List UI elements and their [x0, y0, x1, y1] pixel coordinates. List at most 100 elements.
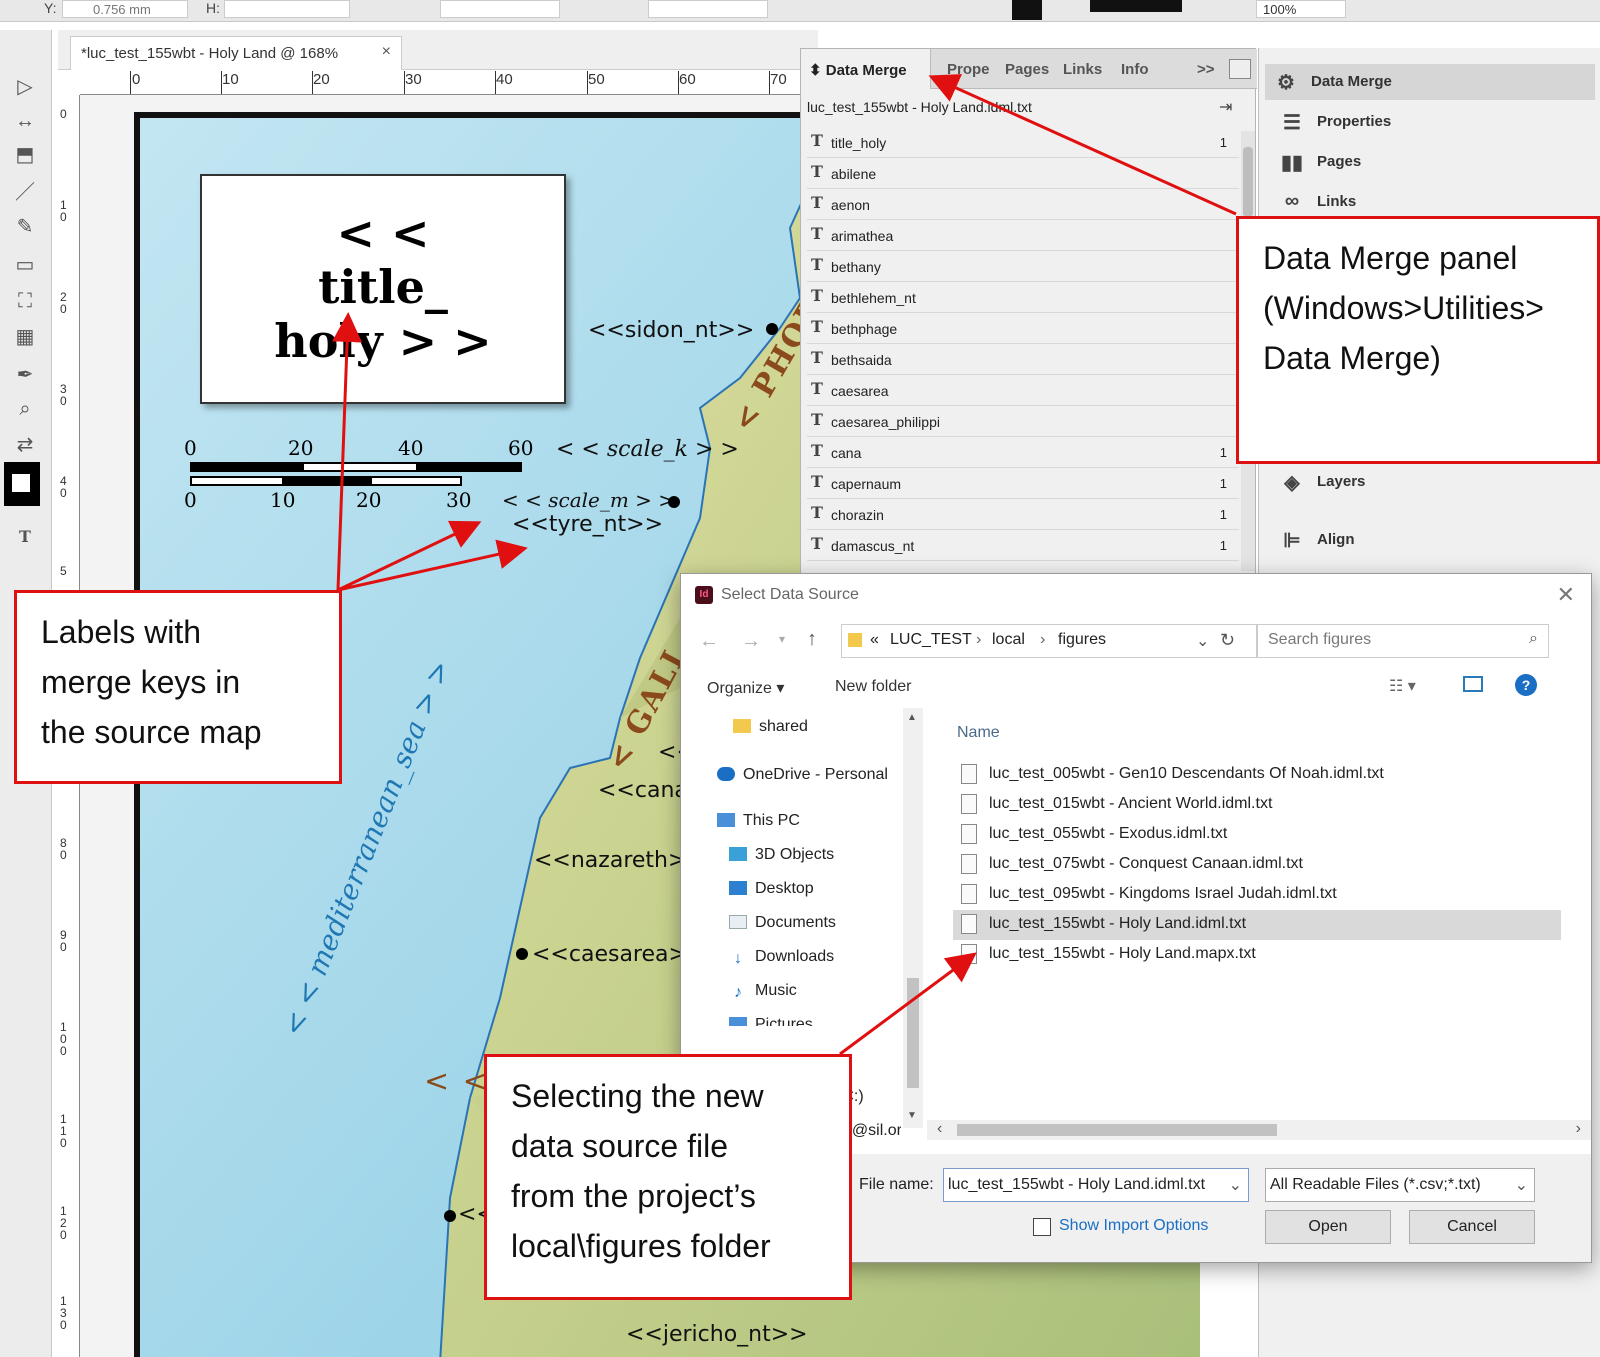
nav-documents[interactable]: Documents [729, 914, 836, 932]
map-label-caesarea[interactable]: <<caesarea> [532, 942, 687, 967]
dock-data-merge[interactable]: ⚙ Data Merge [1265, 64, 1595, 100]
tab-properties[interactable]: Prope [947, 61, 991, 78]
navigation-scrollbar[interactable]: ▲ ▼ [903, 708, 923, 1128]
show-import-options-checkbox[interactable] [1033, 1218, 1051, 1236]
nav-pictures[interactable]: Pictures [729, 1016, 813, 1026]
nav-music[interactable]: ♪ Music [729, 982, 797, 1001]
map-label-tyre[interactable]: <<tyre_nt>> [512, 512, 663, 537]
stroke-swatch-icon[interactable] [1012, 0, 1042, 20]
panel-menu-icon[interactable] [1229, 59, 1251, 79]
zoom-tool-icon[interactable]: ⌕ [10, 396, 40, 422]
tab-data-merge[interactable]: ⬍ Data Merge [801, 49, 931, 89]
breadcrumb-luc-test[interactable]: LUC_TEST [890, 631, 972, 649]
zoom-field[interactable]: 100% [1256, 0, 1346, 18]
refresh-icon[interactable]: ↻ [1220, 630, 1235, 651]
address-dropdown-icon[interactable]: ⌄ [1196, 631, 1209, 651]
show-import-options-label[interactable]: Show Import Options [1059, 1217, 1208, 1235]
file-name-dropdown-icon[interactable]: ⌄ [1229, 1175, 1242, 1195]
scrollbar-thumb[interactable] [1243, 147, 1253, 217]
field-row[interactable]: Ttitle_holy 1 [807, 127, 1239, 158]
field-row[interactable]: Tabilene [807, 158, 1239, 189]
type-tool-icon[interactable]: T [10, 524, 40, 550]
gap-tool-icon[interactable]: ↔ [10, 108, 40, 134]
free-transform-tool-icon[interactable]: ⛶ [10, 288, 40, 314]
up-folder-icon[interactable]: ↑ [807, 628, 817, 651]
title-merge-field[interactable]: < < title_ holy > > [200, 174, 566, 404]
dock-properties[interactable]: ☰ Properties [1271, 104, 1591, 140]
address-bar[interactable]: « LUC_TEST › local › figures ⌄ ↻ [841, 624, 1257, 658]
file-item[interactable]: luc_test_005wbt - Gen10 Descendants Of N… [953, 760, 1561, 790]
new-folder-button[interactable]: New folder [835, 678, 911, 696]
pen-tool-icon[interactable]: ✎ [10, 214, 40, 240]
y-field[interactable]: 0.756 mm [62, 0, 188, 18]
file-item[interactable]: luc_test_015wbt - Ancient World.idml.txt [953, 790, 1561, 820]
field-row[interactable]: Tbethsaida [807, 344, 1239, 375]
nav-3d-objects[interactable]: 3D Objects [729, 846, 834, 864]
file-item[interactable]: luc_test_155wbt - Holy Land.mapx.txt [953, 940, 1561, 970]
dock-layers[interactable]: ◈ Layers [1271, 464, 1591, 500]
swap-fill-stroke-icon[interactable]: ⇄ [10, 432, 40, 458]
scroll-down-icon[interactable]: ▼ [907, 1110, 917, 1121]
field-row[interactable]: Tbethany [807, 251, 1239, 282]
file-item[interactable]: luc_test_075wbt - Conquest Canaan.idml.t… [953, 850, 1561, 880]
file-item[interactable]: luc_test_055wbt - Exodus.idml.txt [953, 820, 1561, 850]
dock-pages[interactable]: ▮▮ Pages [1271, 144, 1591, 180]
fill-stroke-swatch-icon[interactable] [4, 462, 40, 506]
map-label-scale-m[interactable]: < < scale_m > > [502, 488, 675, 512]
map-label-scale-k[interactable]: < < scale_k > > [556, 437, 739, 462]
field-row[interactable]: Tcaesarea [807, 375, 1239, 406]
content-collector-icon[interactable]: ⬒ [10, 142, 40, 168]
field-row[interactable]: Tarimathea [807, 220, 1239, 251]
h-field[interactable] [224, 0, 350, 18]
stroke-weight-icon[interactable] [1090, 0, 1182, 12]
file-name-input[interactable]: luc_test_155wbt - Holy Land.idml.txt ⌄ [943, 1168, 1249, 1202]
field-row[interactable]: Tbethphage [807, 313, 1239, 344]
search-input[interactable]: Search figures ⌕ [1257, 624, 1549, 658]
field-row[interactable]: Taenon [807, 189, 1239, 220]
map-label-nazareth[interactable]: <<nazareth> [534, 848, 686, 873]
breadcrumb-local[interactable]: local [992, 631, 1025, 649]
open-button[interactable]: Open [1265, 1210, 1391, 1244]
scroll-up-icon[interactable]: ▲ [907, 712, 917, 723]
map-label-sidon[interactable]: <<sidon_nt>> [588, 318, 754, 343]
more-tabs-icon[interactable]: >> [1197, 61, 1215, 78]
cancel-button[interactable]: Cancel [1409, 1210, 1535, 1244]
nav-shared[interactable]: shared [733, 718, 808, 736]
field-row[interactable]: Tcana 1 [807, 437, 1239, 468]
gradient-tool-icon[interactable]: ▦ [10, 324, 40, 350]
selection-tool-icon[interactable]: ▷ [10, 74, 40, 100]
tab-pages[interactable]: Pages [1005, 61, 1049, 78]
nav-downloads[interactable]: ↓ Downloads [729, 948, 834, 967]
nav-onedrive[interactable]: OneDrive - Personal [717, 766, 888, 784]
file-list-hscrollbar[interactable]: ‹ › [927, 1120, 1591, 1140]
field-row[interactable]: Tdamascus_nt 1 [807, 530, 1239, 561]
scrollbar-thumb[interactable] [907, 978, 919, 1088]
back-icon[interactable]: ← [699, 630, 719, 653]
close-dialog-icon[interactable]: ✕ [1557, 582, 1575, 608]
rectangle-frame-tool-icon[interactable]: ▭ [10, 252, 40, 278]
field-row[interactable]: Tchorazin 1 [807, 499, 1239, 530]
style-dropdown[interactable] [440, 0, 560, 18]
breadcrumb-figures[interactable]: figures [1058, 631, 1106, 649]
scroll-left-icon[interactable]: ‹ [937, 1120, 942, 1138]
organize-button[interactable]: Organize ▾ [707, 678, 784, 698]
file-type-select[interactable]: All Readable Files (*.csv;*.txt) ⌄ [1265, 1168, 1535, 1202]
preview-pane-icon[interactable] [1463, 676, 1483, 692]
field-row[interactable]: Tcapernaum 1 [807, 468, 1239, 499]
tab-links[interactable]: Links [1063, 61, 1102, 78]
eyedropper-tool-icon[interactable]: ✒ [10, 362, 40, 388]
column-header-name[interactable]: Name [957, 724, 1000, 742]
help-icon[interactable]: ? [1515, 674, 1537, 696]
line-tool-icon[interactable]: ／ [10, 180, 40, 206]
file-item-selected[interactable]: luc_test_155wbt - Holy Land.idml.txt [953, 910, 1561, 940]
nav-this-pc[interactable]: This PC [717, 812, 800, 830]
recent-locations-icon[interactable]: ▾ [779, 632, 785, 646]
dock-align[interactable]: ⊫ Align [1271, 522, 1591, 558]
view-options-icon[interactable]: ☷ ▾ [1389, 676, 1416, 696]
scroll-right-icon[interactable]: › [1576, 1120, 1581, 1138]
field-row[interactable]: Tbethlehem_nt [807, 282, 1239, 313]
update-source-icon[interactable]: ⇥ [1219, 97, 1232, 117]
forward-icon[interactable]: → [741, 630, 761, 653]
document-tab[interactable]: *luc_test_155wbt - Holy Land @ 168% × [70, 36, 402, 70]
dock-links[interactable]: ∞ Links [1271, 184, 1591, 220]
